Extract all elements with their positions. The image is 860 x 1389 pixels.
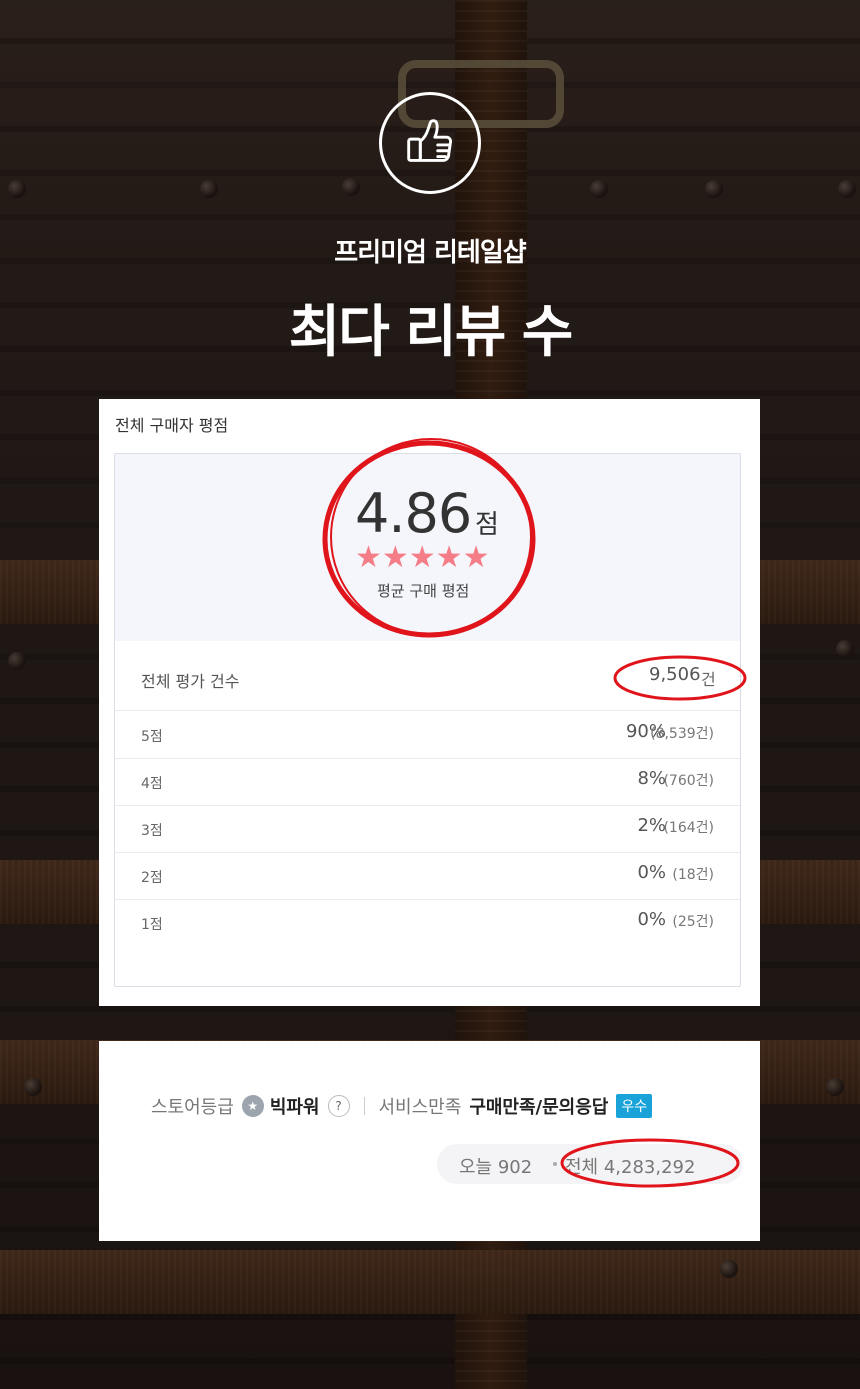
- hero-subtitle: 프리미엄 리테일샵: [334, 238, 526, 268]
- distribution-row: 2점 0% (18건): [115, 852, 740, 900]
- help-icon[interactable]: ?: [327, 1095, 350, 1117]
- total-count-label: 전체 평가 건수: [141, 672, 240, 691]
- distribution-row: 4점 8% (760건): [115, 758, 740, 806]
- total-count-value: 9,506: [649, 664, 701, 685]
- rating-card-title: 전체 구매자 평점: [115, 416, 229, 435]
- hero-title: 최다 리뷰 수: [288, 300, 574, 365]
- rating-card: 전체 구매자 평점 4.86 점 ★★★★★ 평균 구매 평점 전체 평가 건수…: [99, 399, 760, 1006]
- average-score-unit: 점: [475, 510, 499, 540]
- status-badge: 우수: [616, 1094, 653, 1118]
- star-rating: ★★★★★: [355, 540, 490, 575]
- store-grade-label: 스토어등급: [151, 1097, 234, 1118]
- divider: [363, 1097, 365, 1115]
- distribution-row: 3점 2% (164건): [115, 805, 740, 853]
- distribution-row: 5점 90% (8,539건): [115, 711, 740, 759]
- distribution-count: (8,539건): [650, 726, 714, 742]
- distribution-label: 5점: [141, 729, 163, 745]
- distribution-percent: 2%: [637, 815, 666, 836]
- distribution-label: 4점: [141, 776, 163, 792]
- average-score: 4.86: [355, 482, 472, 545]
- distribution-percent: 0%: [637, 862, 666, 883]
- average-score-box: 4.86 점 ★★★★★ 평균 구매 평점: [115, 454, 740, 641]
- distribution-label: 3점: [141, 823, 163, 839]
- total-visits: 전체 4,283,292: [565, 1157, 696, 1178]
- distribution-percent: 0%: [637, 909, 666, 930]
- total-count-unit: 건: [701, 670, 716, 689]
- store-card: 스토어등급 ★ 빅파워 ? 서비스만족 구매만족/문의응답 우수 오늘 902 …: [99, 1041, 760, 1241]
- distribution-label: 2점: [141, 870, 163, 886]
- distribution-count: (18건): [672, 867, 714, 883]
- store-grade-value: 빅파워: [269, 1097, 320, 1118]
- average-score-label: 평균 구매 평점: [377, 582, 470, 600]
- thumbs-up-icon: [379, 92, 481, 194]
- total-count-row: 전체 평가 건수 9,506 건: [115, 642, 740, 711]
- medal-icon: ★: [241, 1095, 264, 1117]
- rating-panel: 4.86 점 ★★★★★ 평균 구매 평점 전체 평가 건수 9,506 건 5…: [114, 453, 741, 987]
- hero-section: 프리미엄 리테일샵 최다 리뷰 수: [0, 92, 860, 368]
- today-visits: 오늘 902: [459, 1157, 533, 1178]
- distribution-count: (25건): [672, 914, 714, 930]
- store-grade-row: 스토어등급 ★ 빅파워 ? 서비스만족 구매만족/문의응답 우수: [151, 1093, 653, 1119]
- distribution-row: 1점 0% (25건): [115, 899, 740, 946]
- separator-dot: [553, 1162, 557, 1166]
- distribution-label: 1점: [141, 917, 163, 933]
- service-label: 서비스만족: [378, 1097, 462, 1118]
- service-value: 구매만족/문의응답: [469, 1097, 609, 1118]
- distribution-count: (760건): [663, 773, 714, 789]
- distribution-percent: 8%: [637, 768, 666, 789]
- distribution-count: (164건): [663, 820, 714, 836]
- visit-counter: 오늘 902 전체 4,283,292: [437, 1144, 743, 1184]
